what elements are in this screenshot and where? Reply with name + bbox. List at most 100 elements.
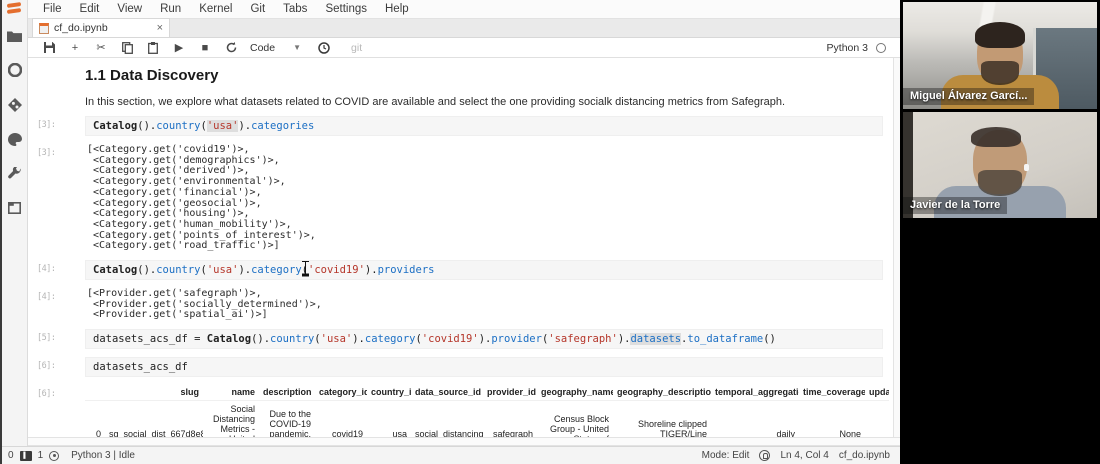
earbud-icon [1024, 164, 1029, 171]
menu-item-run[interactable]: Run [151, 3, 190, 15]
code-cell: [4]: Catalog().country('usa').category('c… [28, 260, 893, 281]
table-cell: dail [865, 401, 889, 437]
chevron-down-icon: ▼ [293, 43, 302, 52]
kernel-status-text[interactable]: Python 3 | Idle [71, 450, 135, 461]
table-cell: 0 [95, 429, 101, 437]
menu-item-tabs[interactable]: Tabs [274, 3, 316, 15]
table-cell: Social Distancing Metrics - United State… [212, 404, 255, 437]
menu-item-help[interactable]: Help [376, 3, 418, 15]
code-cell: [5]: datasets_acs_df = Catalog().country(… [28, 329, 893, 350]
video-tile-miguel[interactable]: Miguel Álvarez Garcí... [903, 2, 1097, 109]
line-col-indicator[interactable]: Ln 4, Col 4 [780, 450, 828, 461]
tab-title: cf_do.ipynb [54, 22, 108, 34]
table-header: slug [180, 387, 199, 398]
wrench-icon[interactable] [7, 167, 22, 181]
table-header: category_id [319, 387, 367, 398]
status-bar: 0 ▌ 1 Python 3 | Idle Mode: Edit Ln 4, C… [0, 446, 900, 464]
terminal-icon[interactable]: ▌ [19, 450, 32, 461]
jupyterlab-logo-icon [6, 2, 23, 16]
table-cell: Shoreline clipped TIGER/Line boundaries.… [637, 419, 707, 437]
menu-bar: File Edit View Run Kernel Git Tabs Settings Help [28, 0, 900, 19]
code-editor[interactable]: Catalog().country('usa').category('covid… [85, 260, 883, 281]
menu-item-view[interactable]: View [108, 3, 151, 15]
output-cell: [4]: [<Provider.get('safegraph')>, <Provi… [28, 288, 893, 321]
statusbar-filename: cf_do.ipynb [838, 450, 890, 461]
code-cell: [3]: Catalog().country('usa').categories [28, 116, 893, 136]
menu-item-file[interactable]: File [34, 3, 71, 15]
table-header: data_source_id [415, 387, 482, 398]
add-cell-button[interactable]: + [62, 39, 88, 57]
editor-mode[interactable]: Mode: Edit [702, 450, 750, 461]
code-editor[interactable]: Catalog().country('usa').categories [85, 116, 883, 136]
table-cell: covid19 [331, 429, 363, 437]
output-cell: [3]: [<Category.get('covid19')>, <Categor… [28, 144, 893, 252]
dock-tab-bar: cf_do.ipynb × [28, 18, 900, 38]
menu-item-git[interactable]: Git [241, 3, 274, 15]
notebook-toolbar: + ✂ ▶ ■ Code ▼ git Python 3 [28, 38, 900, 58]
table-cell: usa [392, 429, 407, 437]
table-header: country_id [371, 387, 411, 398]
kernel-count: 1 [37, 450, 44, 461]
restart-kernel-button[interactable] [218, 39, 244, 57]
close-icon[interactable]: × [157, 22, 163, 34]
cell-type-dropdown[interactable]: Code ▼ [250, 42, 301, 54]
copy-cells-button[interactable] [114, 39, 140, 57]
interrupt-kernel-button[interactable]: ■ [192, 39, 218, 57]
menu-item-kernel[interactable]: Kernel [190, 3, 241, 15]
palette-icon[interactable] [7, 133, 22, 146]
git-toolbar-label[interactable]: git [351, 42, 362, 54]
table-row: 0 sg_social_dist_667d8e8e Social Distancin… [85, 400, 889, 437]
vertical-scrollbar[interactable] [893, 58, 900, 437]
cell-output: [<Provider.get('safegraph')>, <Provider.… [87, 288, 322, 321]
table-header: provider_id [487, 387, 537, 398]
table-header: time_coverage [803, 387, 865, 398]
cell-prompt: [4]: [37, 264, 56, 275]
table-header: name [231, 387, 255, 398]
cell-prompt: [3]: [37, 148, 56, 158]
table-cell: daily [776, 429, 795, 437]
cell-prompt: [5]: [37, 333, 56, 344]
table-header: description [263, 387, 312, 398]
participant-name-label: Miguel Álvarez Garcí... [903, 88, 1035, 105]
table-cell: social_distancing [415, 429, 483, 437]
video-tile-javier[interactable]: Javier de la Torre [903, 112, 1097, 218]
cell-prompt: [3]: [37, 120, 56, 130]
paste-cells-button[interactable] [140, 39, 166, 57]
cell-prompt: [6]: [37, 361, 56, 372]
menu-item-settings[interactable]: Settings [316, 3, 376, 15]
kernel-sessions-icon[interactable] [49, 450, 60, 461]
menu-item-edit[interactable]: Edit [71, 3, 109, 15]
screen-edge [0, 0, 2, 464]
terminal-count: 0 [8, 450, 14, 461]
circle-icon[interactable] [311, 39, 337, 57]
tab-cf-do-ipynb[interactable]: cf_do.ipynb × [32, 18, 170, 37]
section-intro: In this section, we explore what dataset… [85, 96, 786, 108]
save-button[interactable] [36, 39, 62, 57]
section-heading: 1.1 Data Discovery [85, 67, 219, 84]
git-icon[interactable] [7, 98, 22, 112]
table-cell: None [839, 429, 861, 437]
horizontal-scrollbar[interactable] [28, 437, 900, 446]
run-cell-button[interactable]: ▶ [166, 39, 192, 57]
code-editor[interactable]: datasets_acs_df [85, 357, 883, 378]
participant-name-label: Javier de la Torre [903, 197, 1008, 214]
open-tabs-icon[interactable] [8, 202, 21, 214]
cut-cells-button[interactable]: ✂ [88, 39, 114, 57]
folder-icon[interactable] [7, 30, 22, 42]
notebook-content: 1.1 Data Discovery In this section, we e… [28, 58, 893, 437]
dataframe-output: slug name description category_id country_id… [85, 385, 889, 437]
kernel-status-icon [876, 42, 886, 53]
table-header: update_frequenc [869, 387, 889, 398]
cell-prompt: [4]: [37, 292, 56, 303]
kernel-name-label[interactable]: Python 3 [827, 42, 868, 54]
code-cell: [6]: datasets_acs_df [28, 357, 893, 378]
notebook-icon [39, 22, 49, 34]
table-cell: sg_social_dist_667d8e8e [109, 429, 203, 437]
code-editor[interactable]: datasets_acs_df = Catalog().country('usa… [85, 329, 883, 350]
bell-icon[interactable] [759, 450, 771, 461]
video-call-panel: Miguel Álvarez Garcí... Javier de la Tor… [900, 0, 1100, 464]
running-sessions-icon[interactable] [7, 63, 22, 77]
cells: [3]: Catalog().country('usa').categories[… [28, 116, 893, 437]
table-header: temporal_aggregation [715, 387, 799, 398]
cell-prompt: [6]: [37, 389, 56, 400]
